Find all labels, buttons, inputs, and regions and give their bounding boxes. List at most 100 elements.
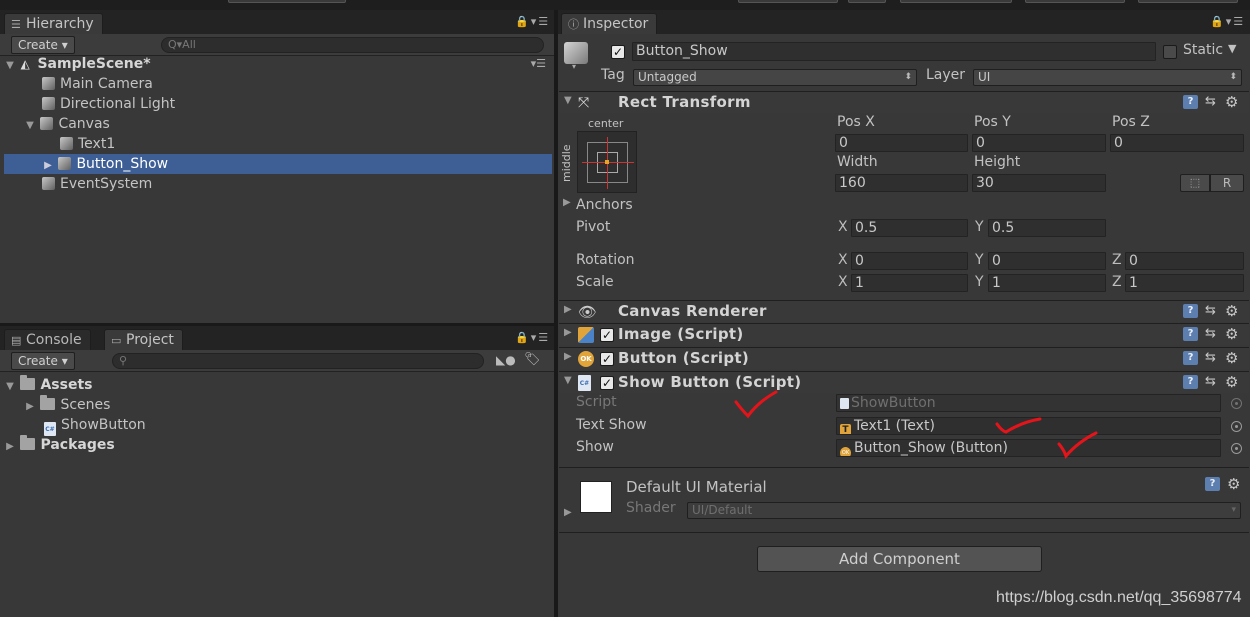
scale-y-field[interactable]: 1	[988, 274, 1106, 292]
active-checkbox[interactable]: ✓	[611, 45, 625, 59]
rot-y-field[interactable]: 0	[988, 252, 1106, 270]
expand-arrow-icon[interactable]: ▶	[4, 437, 16, 457]
gear-icon[interactable]: ⚙	[1225, 302, 1238, 320]
expand-arrow-icon[interactable]: ▶	[42, 156, 54, 176]
layers-dropdown[interactable]	[1025, 0, 1125, 3]
object-picker-icon[interactable]	[1231, 443, 1242, 454]
collapse-arrow-icon[interactable]: ▼	[564, 95, 572, 106]
expand-arrow-icon[interactable]: ▶	[24, 397, 36, 417]
canvas-renderer-header[interactable]: ▶ 👁 Canvas Renderer ? ⇆ ⚙	[559, 300, 1249, 322]
hierarchy-create-button[interactable]: Create ▾	[11, 36, 75, 54]
static-dropdown-arrow-icon[interactable]: ▼	[1228, 42, 1236, 55]
collab-button[interactable]	[738, 0, 838, 3]
account-dropdown[interactable]	[900, 0, 1012, 3]
gear-icon[interactable]: ⚙	[1225, 325, 1238, 343]
show-button-component-header[interactable]: ▼ C# ✓ Show Button (Script) ? ⇆ ⚙	[559, 371, 1249, 393]
tag-dropdown[interactable]: Untagged ⬍	[633, 69, 917, 86]
project-item-showbutton[interactable]: C# ShowButton	[4, 415, 552, 436]
width-field[interactable]: 160	[835, 174, 968, 192]
filter-by-label-icon[interactable]: 🏷	[524, 352, 541, 367]
preset-icon[interactable]: ⇆	[1205, 303, 1216, 318]
scene-menu-icon[interactable]: ▾☰	[531, 54, 546, 74]
button-component-header[interactable]: ▶ OK ✓ Button (Script) ? ⇆ ⚙	[559, 347, 1249, 369]
cloud-button[interactable]	[848, 0, 886, 3]
help-icon[interactable]: ?	[1205, 477, 1220, 491]
scene-row[interactable]: ▼ ◭ SampleScene* ▾☰	[4, 54, 552, 74]
expand-arrow-icon[interactable]: ▶	[564, 351, 572, 362]
expand-arrow-icon[interactable]: ▶	[564, 304, 572, 315]
help-icon[interactable]: ?	[1183, 327, 1198, 341]
hierarchy-search-input[interactable]: Q▾All	[161, 37, 544, 53]
help-icon[interactable]: ?	[1183, 351, 1198, 365]
image-component-header[interactable]: ▶ ✓ Image (Script) ? ⇆ ⚙	[559, 323, 1249, 345]
project-item-scenes[interactable]: ▶ Scenes	[4, 395, 552, 415]
rot-z-axis-label: Z	[1112, 252, 1122, 268]
project-item-packages[interactable]: ▶ Packages	[4, 435, 552, 455]
preset-icon[interactable]: ⇆	[1205, 94, 1216, 109]
preset-icon[interactable]: ⇆	[1205, 374, 1216, 389]
project-lock-menu-icon[interactable]: 🔒▾☰	[515, 331, 550, 344]
tab-console[interactable]: ▤ Console	[4, 329, 91, 350]
scale-x-field[interactable]: 1	[851, 274, 968, 292]
tab-inspector[interactable]: ⓘ Inspector	[561, 13, 658, 34]
hierarchy-item-button-show[interactable]: ▶ Button_Show	[4, 154, 552, 174]
rot-x-field[interactable]: 0	[851, 252, 968, 270]
help-icon[interactable]: ?	[1183, 95, 1198, 109]
project-search-input[interactable]: ⚲	[112, 353, 484, 369]
pivot-x-field[interactable]: 0.5	[851, 219, 968, 237]
help-icon[interactable]: ?	[1183, 375, 1198, 389]
anchors-label[interactable]: Anchors	[576, 197, 633, 213]
show-button-enabled-checkbox[interactable]: ✓	[600, 376, 614, 390]
hierarchy-item-main-camera[interactable]: Main Camera	[4, 74, 552, 94]
anchors-expand-arrow-icon[interactable]: ▶	[563, 197, 571, 208]
pivot-y-field[interactable]: 0.5	[988, 219, 1106, 237]
project-create-button[interactable]: Create ▾	[11, 352, 75, 370]
gear-icon[interactable]: ⚙	[1227, 475, 1240, 493]
pos-z-field[interactable]: 0	[1110, 134, 1244, 152]
raw-edit-button[interactable]: R	[1210, 174, 1244, 192]
button-enabled-checkbox[interactable]: ✓	[600, 352, 614, 366]
gear-icon[interactable]: ⚙	[1225, 93, 1238, 111]
anchor-presets-button[interactable]	[577, 131, 637, 193]
expand-arrow-icon[interactable]: ▼	[24, 116, 36, 136]
show-field[interactable]: OK Button_Show (Button)	[836, 439, 1221, 457]
filter-by-type-icon[interactable]: ◣●	[496, 353, 516, 367]
gear-icon[interactable]: ⚙	[1225, 373, 1238, 391]
inspector-lock-menu-icon[interactable]: 🔒▾☰	[1210, 15, 1245, 28]
rect-transform-header[interactable]: ▼ ⤧ Rect Transform ? ⇆ ⚙	[559, 91, 1249, 113]
help-icon[interactable]: ?	[1183, 304, 1198, 318]
tab-hierarchy[interactable]: ☰ Hierarchy	[4, 13, 103, 34]
component-header-icons: ? ⇆ ⚙	[1183, 349, 1243, 367]
tab-project-label: Project	[126, 332, 174, 348]
expand-arrow-icon[interactable]: ▼	[4, 56, 16, 76]
gear-icon[interactable]: ⚙	[1225, 349, 1238, 367]
project-item-assets[interactable]: ▼ Assets	[4, 375, 552, 395]
hierarchy-item-text1[interactable]: Text1	[4, 134, 552, 154]
rot-z-field[interactable]: 0	[1125, 252, 1244, 270]
separator	[559, 532, 1249, 533]
collapse-arrow-icon[interactable]: ▼	[564, 375, 572, 386]
scale-z-field[interactable]: 1	[1125, 274, 1244, 292]
preset-icon[interactable]: ⇆	[1205, 326, 1216, 341]
height-field[interactable]: 30	[972, 174, 1106, 192]
hierarchy-item-directional-light[interactable]: Directional Light	[4, 94, 552, 114]
hierarchy-item-canvas[interactable]: ▼ Canvas	[4, 114, 552, 134]
hierarchy-item-eventsystem[interactable]: EventSystem	[4, 174, 552, 194]
material-expand-arrow-icon[interactable]: ▶	[564, 507, 572, 518]
add-component-button[interactable]: Add Component	[757, 546, 1042, 572]
blueprint-mode-icon[interactable]: ⬚	[1180, 174, 1210, 192]
expand-arrow-icon[interactable]: ▼	[4, 377, 16, 397]
object-picker-icon[interactable]	[1231, 421, 1242, 432]
play-controls[interactable]	[228, 0, 346, 3]
image-enabled-checkbox[interactable]: ✓	[600, 328, 614, 342]
hierarchy-lock-menu-icon[interactable]: 🔒▾☰	[515, 15, 550, 28]
pos-y-field[interactable]: 0	[972, 134, 1106, 152]
object-name-field[interactable]: Button_Show	[632, 42, 1156, 61]
layer-dropdown[interactable]: UI ⬍	[973, 69, 1242, 86]
static-checkbox[interactable]	[1163, 45, 1177, 59]
tab-project[interactable]: ▭ Project	[104, 329, 183, 350]
expand-arrow-icon[interactable]: ▶	[564, 327, 572, 338]
pos-x-field[interactable]: 0	[835, 134, 968, 152]
preset-icon[interactable]: ⇆	[1205, 350, 1216, 365]
layout-dropdown[interactable]	[1138, 0, 1238, 3]
